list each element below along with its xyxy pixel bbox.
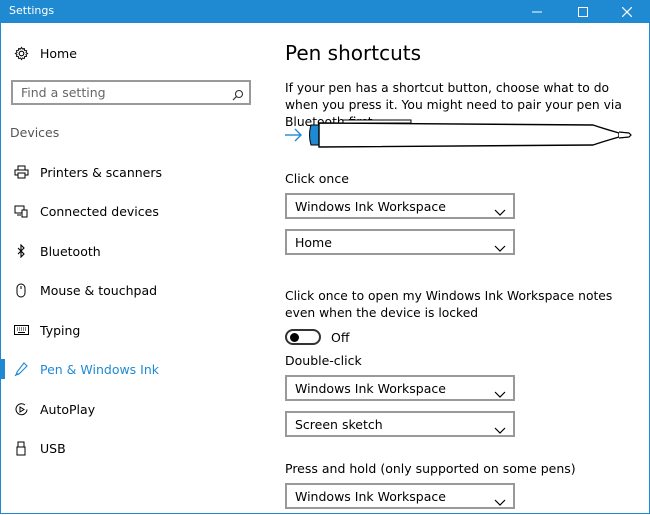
search-icon xyxy=(232,86,244,105)
gear-icon xyxy=(13,45,29,61)
sidebar-item-autoplay[interactable]: AutoPlay xyxy=(1,391,269,427)
sidebar-home-label: Home xyxy=(40,45,77,61)
click-once-app-dropdown[interactable]: Windows Ink Workspace xyxy=(285,193,515,219)
window-title: Settings xyxy=(9,4,55,17)
title-bar: Settings xyxy=(0,0,650,23)
usb-icon xyxy=(13,440,29,456)
sidebar-item-label: Typing xyxy=(40,322,81,338)
sidebar-item-pen[interactable]: Pen & Windows Ink xyxy=(1,351,269,387)
press-hold-label: Press and hold (only supported on some p… xyxy=(285,461,576,476)
search-placeholder: Find a setting xyxy=(21,85,106,100)
bluetooth-icon xyxy=(13,243,29,259)
locked-note-text: Click once to open my Windows Ink Worksp… xyxy=(285,289,613,320)
sidebar-item-bluetooth[interactable]: Bluetooth xyxy=(1,233,269,269)
sidebar-item-label: AutoPlay xyxy=(40,401,96,417)
dropdown-value: Windows Ink Workspace xyxy=(295,489,446,504)
double-click-label: Double-click xyxy=(285,353,362,368)
sidebar-item-mouse[interactable]: Mouse & touchpad xyxy=(1,272,269,308)
sidebar-item-label: Pen & Windows Ink xyxy=(40,361,160,377)
chevron-down-icon xyxy=(494,384,506,403)
chevron-down-icon xyxy=(494,420,506,439)
double-click-app-dropdown[interactable]: Windows Ink Workspace xyxy=(285,375,515,401)
sidebar-item-usb[interactable]: USB xyxy=(1,430,269,466)
connected-devices-icon xyxy=(13,203,29,219)
chevron-down-icon xyxy=(494,238,506,257)
page-title: Pen shortcuts xyxy=(285,41,422,65)
pen-icon xyxy=(13,361,29,377)
sidebar-item-label: Connected devices xyxy=(40,203,159,219)
toggle-state-label: Off xyxy=(331,330,350,345)
close-button[interactable] xyxy=(604,0,650,23)
mouse-icon xyxy=(13,282,29,298)
chevron-down-icon xyxy=(494,492,506,511)
dropdown-value: Screen sketch xyxy=(295,417,383,432)
window-frame: Home Find a setting Devices Printers & s… xyxy=(0,23,650,514)
printer-icon xyxy=(13,164,29,180)
dropdown-value: Windows Ink Workspace xyxy=(295,199,446,214)
sidebar-item-label: USB xyxy=(40,440,66,456)
locked-toggle[interactable] xyxy=(285,329,321,345)
minimize-button[interactable] xyxy=(514,0,560,23)
minimize-icon xyxy=(532,11,542,12)
double-click-action-dropdown[interactable]: Screen sketch xyxy=(285,411,515,437)
section-heading: Devices xyxy=(10,125,60,140)
search-input[interactable]: Find a setting xyxy=(11,80,251,105)
sidebar-item-label: Mouse & touchpad xyxy=(40,282,158,298)
sidebar-item-label: Printers & scanners xyxy=(40,164,163,180)
arrow-right-icon xyxy=(285,128,302,142)
chevron-down-icon xyxy=(494,202,506,221)
sidebar-item-typing[interactable]: Typing xyxy=(1,312,269,348)
sidebar-item-connected-devices[interactable]: Connected devices xyxy=(1,193,269,229)
keyboard-icon xyxy=(13,322,29,338)
pen-illustration xyxy=(283,119,635,153)
maximize-icon xyxy=(578,6,588,17)
toggle-knob xyxy=(290,333,299,342)
active-indicator xyxy=(1,359,5,379)
click-once-label: Click once xyxy=(285,171,349,186)
press-hold-app-dropdown[interactable]: Windows Ink Workspace xyxy=(285,483,515,509)
maximize-button[interactable] xyxy=(560,0,606,23)
dropdown-value: Windows Ink Workspace xyxy=(295,381,446,396)
close-icon xyxy=(622,6,632,17)
dropdown-value: Home xyxy=(295,235,332,250)
sidebar-home[interactable]: Home xyxy=(1,35,269,71)
autoplay-icon xyxy=(13,401,29,417)
click-once-action-dropdown[interactable]: Home xyxy=(285,229,515,255)
sidebar-item-printers[interactable]: Printers & scanners xyxy=(1,154,269,190)
sidebar-item-label: Bluetooth xyxy=(40,243,101,259)
